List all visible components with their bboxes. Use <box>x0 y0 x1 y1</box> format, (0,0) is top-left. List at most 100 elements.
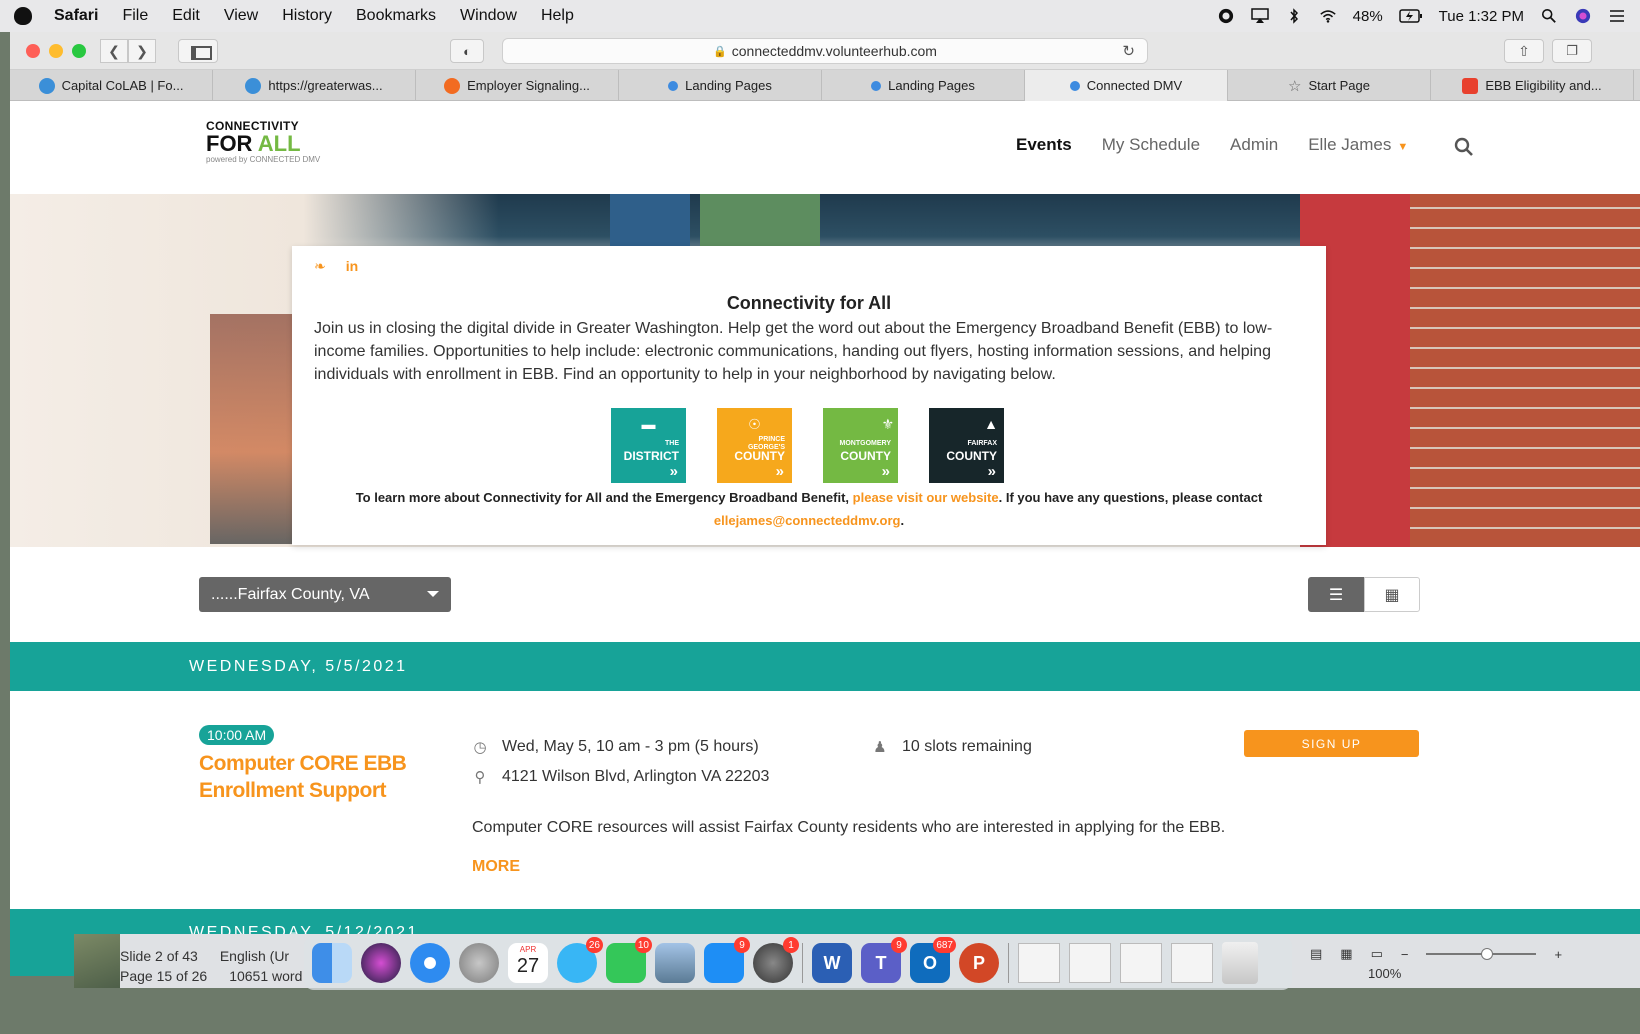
card-body: Join us in closing the digital divide in… <box>314 320 1273 383</box>
creative-cloud-icon[interactable] <box>1217 8 1235 24</box>
address-bar[interactable]: 🔒 connecteddmv.volunteerhub.com ↻ <box>502 38 1148 64</box>
messages-icon[interactable]: 26 <box>557 937 603 983</box>
tab-favicon-icon <box>871 80 882 91</box>
county-filter-select[interactable]: ......Fairfax County, VA <box>199 577 451 612</box>
double-chevron-icon: » <box>987 463 996 480</box>
tab-favicon-icon <box>668 80 679 91</box>
minimized-document-1[interactable] <box>1018 943 1060 983</box>
outlook-icon[interactable]: O 687 <box>910 937 956 983</box>
tab-greaterwas[interactable]: https://greaterwas... <box>213 70 416 101</box>
double-chevron-icon: » <box>881 463 890 480</box>
word-view-controls: ▤ ▦ ▭ − + <box>1310 946 1562 962</box>
nav-my-schedule[interactable]: My Schedule <box>1102 135 1200 155</box>
linkedin-icon[interactable]: in <box>346 258 358 275</box>
zoom-slider[interactable] <box>1426 948 1537 960</box>
grid-view-icon[interactable]: ▦ <box>1340 946 1352 962</box>
calendar-view-button[interactable]: ▦ <box>1364 577 1420 612</box>
menu-help[interactable]: Help <box>541 7 574 25</box>
siri-icon[interactable] <box>1574 8 1592 24</box>
contact-email-link[interactable]: ellejames@connecteddmv.org <box>714 513 901 528</box>
control-center-icon[interactable] <box>1608 8 1626 24</box>
minimized-document-3[interactable] <box>1120 943 1162 983</box>
bluetooth-icon[interactable] <box>1285 8 1303 24</box>
intro-card: ❧ in Connectivity for All Join us in clo… <box>292 246 1326 545</box>
presenter-icon[interactable]: ▭ <box>1371 946 1383 962</box>
nav-user-menu[interactable]: Elle James ▼ <box>1308 135 1408 155</box>
tab-landing-pages-1[interactable]: Landing Pages <box>619 70 822 101</box>
powerpoint-icon[interactable]: P <box>959 943 999 983</box>
event-description: Computer CORE resources will assist Fair… <box>472 819 1226 836</box>
launchpad-icon[interactable] <box>459 943 499 983</box>
tab-ebb-eligibility[interactable]: EBB Eligibility and... <box>1431 70 1634 101</box>
twitter-icon[interactable]: ❧ <box>314 258 326 275</box>
search-icon[interactable] <box>1454 137 1474 157</box>
system-preferences-icon[interactable]: 1 <box>753 937 799 983</box>
minimized-document-4[interactable] <box>1171 943 1213 983</box>
back-button[interactable]: ❮ <box>100 39 128 63</box>
teams-icon[interactable]: T9 <box>861 937 907 983</box>
airplay-icon[interactable] <box>1250 8 1269 24</box>
forward-button[interactable]: ❯ <box>128 39 156 63</box>
tab-landing-pages-2[interactable]: Landing Pages <box>822 70 1025 101</box>
map-pin-icon: ⚲ <box>474 769 486 786</box>
facetime-icon[interactable]: 10 <box>606 937 652 983</box>
apple-icon[interactable] <box>14 7 32 25</box>
zoom-in-icon[interactable]: + <box>1554 947 1562 962</box>
preview-icon[interactable] <box>655 943 695 983</box>
event-time-badge: 10:00 AM <box>199 725 275 745</box>
calendar-icon[interactable]: APR 27 <box>508 943 548 983</box>
more-link[interactable]: MORE <box>472 858 520 876</box>
county-tiles: ▬ THE DISTRICT » ☉ PRINCE GEORGE'S COUNT… <box>611 408 1004 483</box>
language-status[interactable]: English (Ur <box>220 948 289 964</box>
nav-events[interactable]: Events <box>1016 135 1072 155</box>
menubar-clock[interactable]: Tue 1:32 PM <box>1439 8 1524 25</box>
tab-favicon-icon <box>1462 77 1479 94</box>
menu-edit[interactable]: Edit <box>172 7 200 25</box>
county-tile-montgomery[interactable]: ⚜ MONTGOMERY COUNTY » <box>823 408 898 483</box>
county-filter-value: ......Fairfax County, VA <box>211 585 370 603</box>
zoom-window-button[interactable] <box>72 44 86 58</box>
logo-line3: powered by CONNECTED DMV <box>206 155 321 164</box>
tab-start-page[interactable]: ☆ Start Page <box>1228 70 1431 101</box>
menu-window[interactable]: Window <box>460 7 517 25</box>
app-store-icon[interactable]: 9 <box>704 937 750 983</box>
reload-icon[interactable]: ↻ <box>1122 42 1135 60</box>
site-logo[interactable]: CONNECTIVITY FOR ALL powered by CONNECTE… <box>206 119 320 164</box>
print-layout-icon[interactable]: ▤ <box>1310 946 1322 962</box>
safari-icon[interactable] <box>410 943 450 983</box>
county-tile-prince-georges[interactable]: ☉ PRINCE GEORGE'S COUNTY » <box>717 408 792 483</box>
menu-view[interactable]: View <box>224 7 258 25</box>
macos-menubar: Safari File Edit View History Bookmarks … <box>0 0 1640 32</box>
spotlight-search-icon[interactable] <box>1540 8 1558 24</box>
word-icon[interactable]: W <box>812 943 852 983</box>
wifi-icon[interactable] <box>1319 8 1337 24</box>
menu-file[interactable]: File <box>122 7 148 25</box>
website-link[interactable]: please visit our website <box>853 490 999 505</box>
person-icon: ♟ <box>873 739 887 756</box>
minimized-document-2[interactable] <box>1069 943 1111 983</box>
zoom-out-icon[interactable]: − <box>1401 947 1409 962</box>
tab-overview-button[interactable]: ❐ <box>1552 39 1592 63</box>
privacy-shield-icon[interactable]: ◐ <box>450 39 484 63</box>
county-tile-fairfax[interactable]: ▲ FAIRFAX COUNTY » <box>929 408 1004 483</box>
close-window-button[interactable] <box>26 44 40 58</box>
sidebar-toggle-button[interactable] <box>178 39 218 63</box>
sign-up-button[interactable]: SIGN UP <box>1244 730 1419 757</box>
nav-admin[interactable]: Admin <box>1230 135 1278 155</box>
menu-bookmarks[interactable]: Bookmarks <box>356 7 436 25</box>
menu-safari[interactable]: Safari <box>54 7 98 25</box>
county-tile-district[interactable]: ▬ THE DISTRICT » <box>611 408 686 483</box>
battery-icon[interactable] <box>1398 8 1423 24</box>
share-button[interactable]: ⇧ <box>1504 39 1544 63</box>
tab-connected-dmv[interactable]: Connected DMV <box>1025 70 1228 101</box>
list-view-button[interactable]: ☰ <box>1308 577 1364 612</box>
finder-icon[interactable] <box>312 943 352 983</box>
menu-history[interactable]: History <box>282 7 332 25</box>
minimize-window-button[interactable] <box>49 44 63 58</box>
trash-icon[interactable] <box>1222 942 1258 984</box>
tab-capital-colab[interactable]: Capital CoLAB | Fo... <box>10 70 213 101</box>
tab-employer-signaling[interactable]: Employer Signaling... <box>416 70 619 101</box>
page-count: Page 15 of 26 <box>120 968 208 984</box>
event-title-link[interactable]: Computer CORE EBB Enrollment Support <box>199 750 419 804</box>
siri-icon[interactable] <box>361 943 401 983</box>
